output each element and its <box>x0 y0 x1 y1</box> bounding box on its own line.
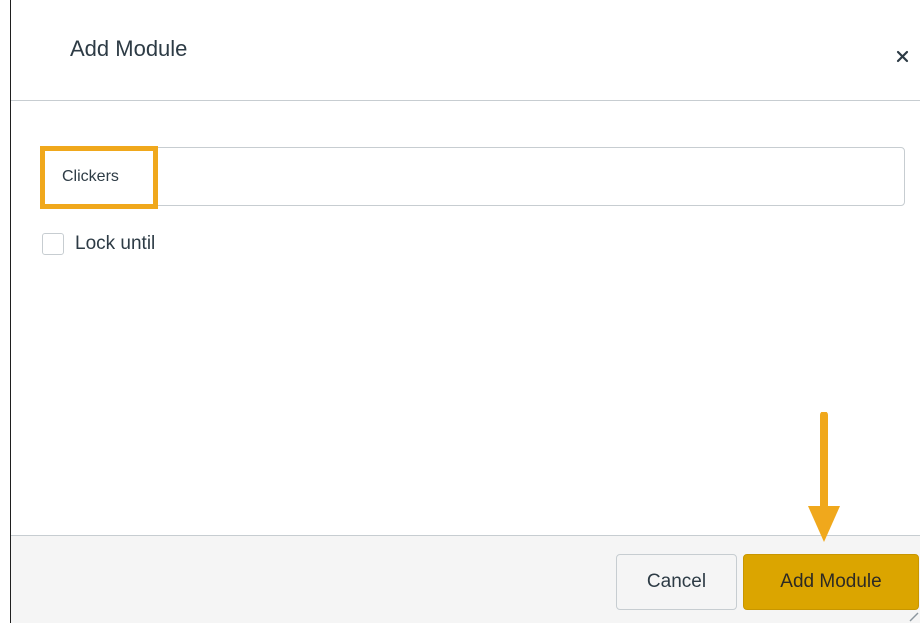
dialog-header: Add Module <box>11 0 920 101</box>
module-name-field <box>42 147 905 206</box>
add-module-dialog: Add Module Lock until Cancel Add Module <box>10 0 920 623</box>
dialog-title: Add Module <box>70 36 188 61</box>
dialog-body: Lock until <box>11 101 920 535</box>
module-name-input[interactable] <box>62 160 882 194</box>
cancel-button[interactable]: Cancel <box>616 554 737 610</box>
resize-handle-icon[interactable] <box>907 610 919 622</box>
close-icon <box>896 50 908 62</box>
lock-until-row: Lock until <box>42 232 155 256</box>
dialog-footer: Cancel Add Module <box>11 535 920 623</box>
lock-until-checkbox[interactable] <box>42 233 64 255</box>
down-arrow-icon <box>808 412 840 542</box>
lock-until-label: Lock until <box>75 233 156 254</box>
close-button[interactable] <box>891 45 913 67</box>
add-module-button[interactable]: Add Module <box>743 554 919 610</box>
